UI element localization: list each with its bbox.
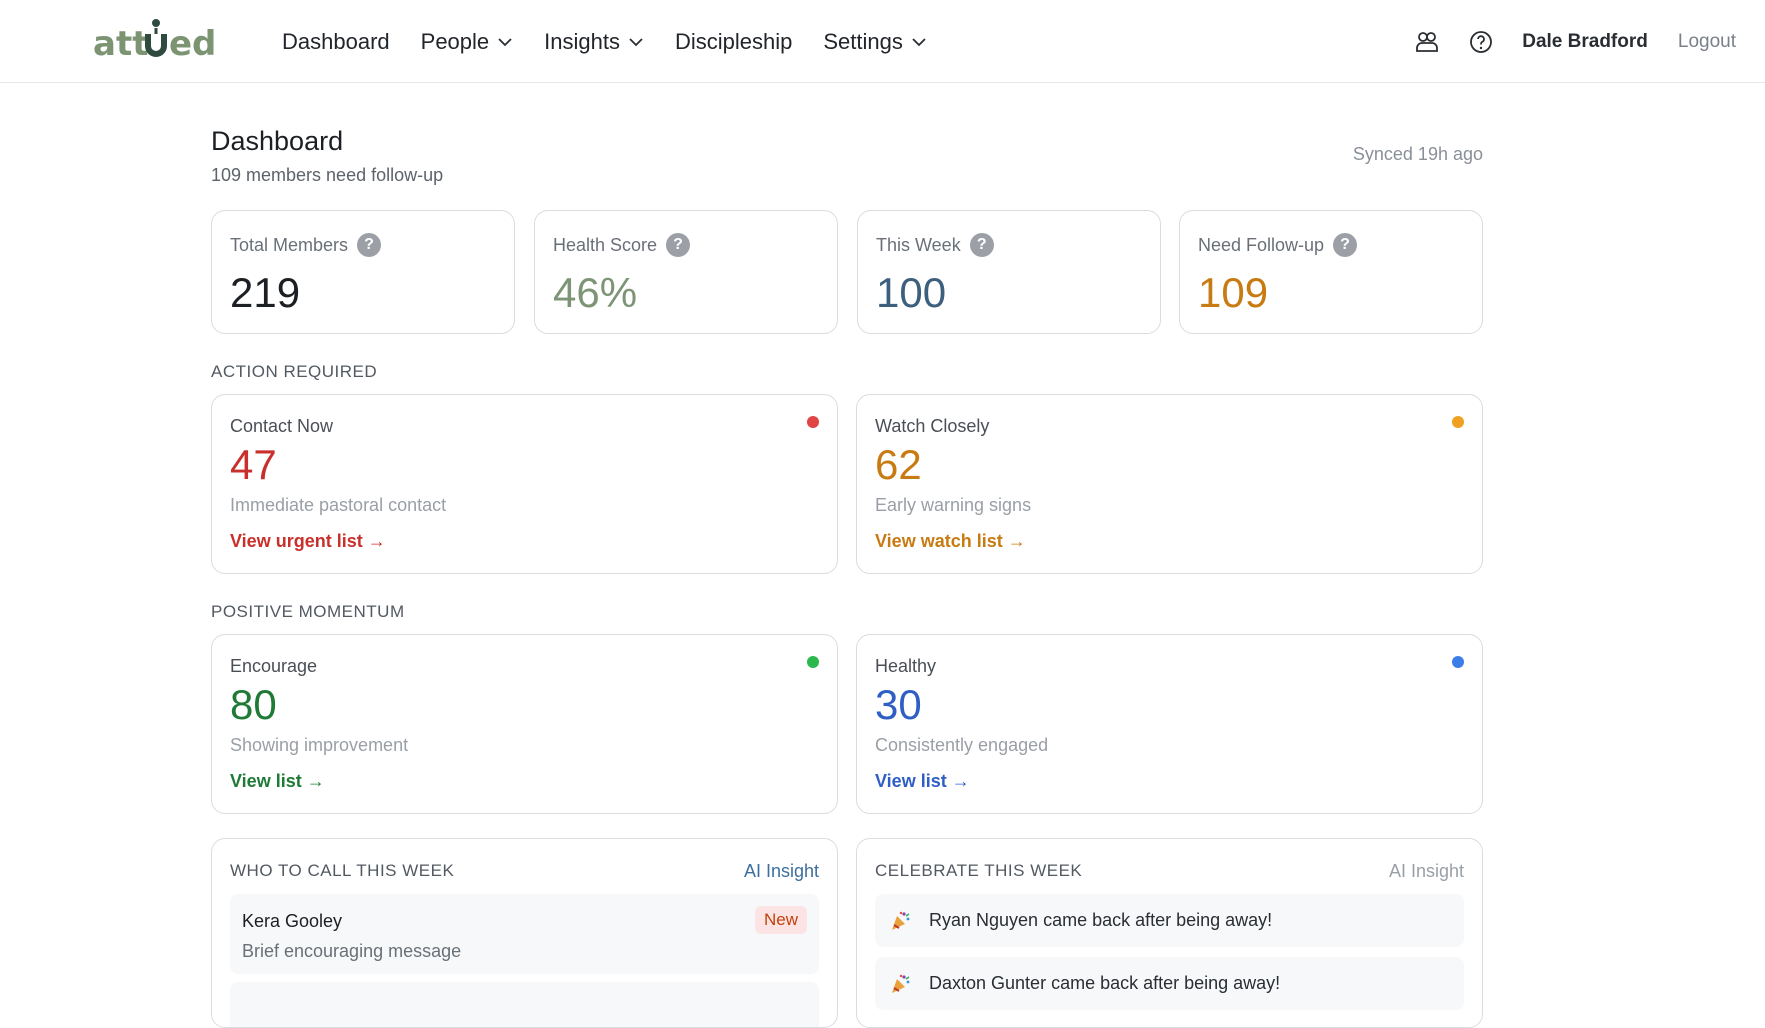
card-title: Contact Now (230, 416, 334, 436)
page-title: Dashboard (211, 126, 344, 156)
card-description: Showing improvement (230, 735, 409, 755)
card-description: Immediate pastoral contact (230, 495, 447, 515)
view-healthy-list-link[interactable]: View list → (875, 771, 970, 792)
party-popper-icon (892, 911, 910, 930)
status-dot (807, 656, 819, 668)
question-icon[interactable]: ? (1333, 233, 1358, 257)
nav-people[interactable]: People (421, 29, 514, 55)
panel-heading: WHO TO CALL THIS WEEK (230, 861, 455, 880)
celebrate-panel: CELEBRATE THIS WEEK AI Insight Ryan Nguy… (856, 838, 1483, 1028)
ai-insight-label: AI Insight (1388, 861, 1464, 881)
nav-discipleship-label: Discipleship (674, 28, 793, 54)
status-dot (1452, 656, 1464, 668)
chevron-down-icon (912, 37, 926, 46)
stat-value: 46% (553, 269, 638, 316)
stat-label-row: Total Members ? (230, 233, 382, 257)
logout-link[interactable]: Logout (1678, 31, 1736, 53)
card-encourage: Encourage 80 Showing improvement View li… (211, 634, 838, 814)
nav-discipleship[interactable]: Discipleship (675, 29, 792, 55)
stat-value: 109 (1198, 269, 1269, 316)
card-title: Healthy (875, 656, 937, 676)
nav-settings[interactable]: Settings (823, 29, 927, 55)
call-list-item[interactable] (230, 982, 819, 1027)
nav-people-label: People (420, 28, 490, 54)
celebrate-item[interactable]: Ryan Nguyen came back after being away! (875, 894, 1464, 947)
sync-status: Synced 19h ago (1352, 144, 1483, 164)
question-icon[interactable]: ? (357, 233, 382, 257)
celebrate-text: Ryan Nguyen came back after being away! (929, 910, 1273, 930)
people-icon[interactable] (1414, 29, 1440, 55)
stat-label: Need Follow-up (1198, 234, 1325, 255)
new-badge: New (754, 906, 807, 934)
call-list-item[interactable]: Kera Gooley Brief encouraging message Ne… (230, 894, 819, 974)
nav-dashboard[interactable]: Dashboard (282, 29, 390, 55)
card-healthy: Healthy 30 Consistently engaged View lis… (856, 634, 1483, 814)
card-count: 80 (230, 681, 277, 728)
stat-card-this-week: This Week ? 100 (857, 210, 1161, 334)
top-navigation-bar: att ed Dashboard People Insights Discipl… (0, 0, 1765, 83)
nav-settings-label: Settings (823, 28, 903, 54)
section-heading-action-required: ACTION REQUIRED (211, 362, 378, 381)
stat-label: Total Members (230, 234, 349, 255)
stat-label-row: Need Follow-up ? (1198, 233, 1358, 257)
view-urgent-list-link[interactable]: View urgent list → (230, 531, 386, 552)
question-icon[interactable]: ? (666, 233, 691, 257)
chevron-down-icon (498, 37, 512, 46)
celebrate-item[interactable]: Daxton Gunter came back after being away… (875, 957, 1464, 1010)
stat-value: 100 (876, 269, 947, 316)
page-subtitle: 109 members need follow-up (211, 165, 444, 185)
view-watch-list-link[interactable]: View watch list → (875, 531, 1026, 552)
question-icon[interactable]: ? (969, 233, 994, 257)
party-popper-icon (892, 974, 910, 993)
stat-card-health-score: Health Score ? 46% (534, 210, 838, 334)
card-title: Watch Closely (875, 416, 990, 436)
status-dot (807, 416, 819, 428)
card-contact-now: Contact Now 47 Immediate pastoral contac… (211, 394, 838, 574)
card-count: 62 (875, 441, 922, 488)
ai-insight-label: AI Insight (743, 861, 819, 881)
stat-label: Health Score (553, 234, 658, 255)
user-name[interactable]: Dale Bradford (1522, 31, 1648, 53)
card-title: Encourage (230, 656, 318, 676)
celebrate-text: Daxton Gunter came back after being away… (929, 973, 1281, 993)
help-icon[interactable] (1468, 29, 1494, 55)
card-count: 47 (230, 441, 277, 488)
stat-label-row: Health Score ? (553, 233, 691, 257)
card-watch-closely: Watch Closely 62 Early warning signs Vie… (856, 394, 1483, 574)
stat-label: This Week (876, 234, 961, 255)
card-count: 30 (875, 681, 922, 728)
stat-card-total-members: Total Members ? 219 (211, 210, 515, 334)
panel-heading: CELEBRATE THIS WEEK (875, 861, 1083, 880)
svg-text:ed: ed (169, 24, 216, 62)
stat-label-row: This Week ? (876, 233, 994, 257)
nav-dashboard-label: Dashboard (282, 28, 390, 54)
card-description: Consistently engaged (875, 735, 1049, 755)
status-dot (1452, 416, 1464, 428)
view-encourage-list-link[interactable]: View list → (230, 771, 325, 792)
section-heading-positive-momentum: POSITIVE MOMENTUM (211, 602, 405, 621)
user-area: Dale Bradford Logout (1414, 0, 1736, 83)
attuned-logo[interactable]: att ed (93, 14, 228, 64)
main-nav: Dashboard People Insights Discipleship S… (282, 0, 958, 83)
stat-card-need-follow-up: Need Follow-up ? 109 (1179, 210, 1483, 334)
chevron-down-icon (629, 37, 643, 46)
who-to-call-panel: WHO TO CALL THIS WEEK AI Insight Kera Go… (211, 838, 838, 1028)
nav-insights-label: Insights (544, 28, 620, 54)
suggested-message: Brief encouraging message (242, 941, 462, 961)
card-description: Early warning signs (875, 495, 1032, 515)
stat-value: 219 (230, 269, 301, 316)
svg-text:att: att (93, 24, 148, 62)
nav-insights[interactable]: Insights (544, 29, 644, 55)
member-name: Kera Gooley (242, 911, 343, 931)
